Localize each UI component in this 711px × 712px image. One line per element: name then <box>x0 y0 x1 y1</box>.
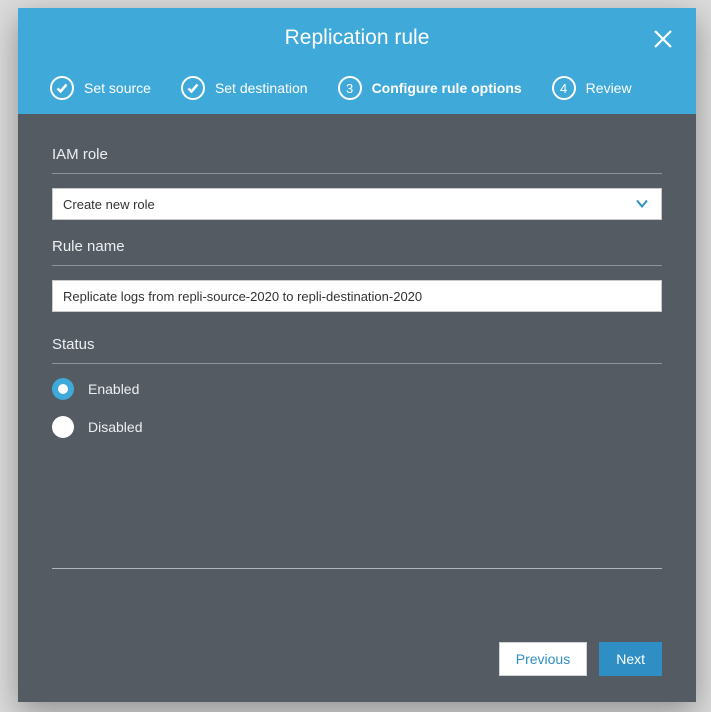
radio-label: Disabled <box>88 419 142 435</box>
step-review[interactable]: 4 Review <box>552 76 632 100</box>
iam-role-select[interactable]: Create new role <box>52 188 662 220</box>
modal-body: IAM role Create new role Rule name Statu… <box>18 114 696 624</box>
step-label: Set source <box>84 80 151 96</box>
step-set-destination[interactable]: Set destination <box>181 76 308 100</box>
divider <box>52 173 662 174</box>
close-button[interactable] <box>648 24 678 54</box>
step-label: Review <box>586 80 632 96</box>
status-radio-group: Enabled Disabled <box>52 378 662 438</box>
modal-header: Replication rule Set source <box>18 8 696 114</box>
step-number-icon: 3 <box>338 76 362 100</box>
status-label: Status <box>52 336 662 353</box>
wizard-steps: Set source Set destination 3 Configure r… <box>40 70 674 114</box>
modal-title: Replication rule <box>40 26 674 70</box>
iam-role-label: IAM role <box>52 146 662 163</box>
backdrop: Replication rule Set source <box>0 0 711 712</box>
chevron-down-icon <box>635 197 649 212</box>
rule-name-input[interactable] <box>52 280 662 312</box>
step-label: Set destination <box>215 80 308 96</box>
previous-button[interactable]: Previous <box>499 642 587 676</box>
step-label: Configure rule options <box>372 80 522 96</box>
status-option-disabled[interactable]: Disabled <box>52 416 662 438</box>
radio-icon <box>52 378 74 400</box>
divider <box>52 568 662 569</box>
step-number-icon: 4 <box>552 76 576 100</box>
replication-rule-modal: Replication rule Set source <box>18 8 696 702</box>
modal-footer: Previous Next <box>18 624 696 702</box>
iam-role-selected-value: Create new role <box>63 197 155 212</box>
check-icon <box>50 76 74 100</box>
rule-name-label: Rule name <box>52 238 662 255</box>
step-set-source[interactable]: Set source <box>50 76 151 100</box>
next-button[interactable]: Next <box>599 642 662 676</box>
close-icon <box>652 28 674 50</box>
status-option-enabled[interactable]: Enabled <box>52 378 662 400</box>
check-icon <box>181 76 205 100</box>
radio-label: Enabled <box>88 381 139 397</box>
step-configure-rule-options[interactable]: 3 Configure rule options <box>338 76 522 100</box>
divider <box>52 265 662 266</box>
divider <box>52 363 662 364</box>
radio-icon <box>52 416 74 438</box>
